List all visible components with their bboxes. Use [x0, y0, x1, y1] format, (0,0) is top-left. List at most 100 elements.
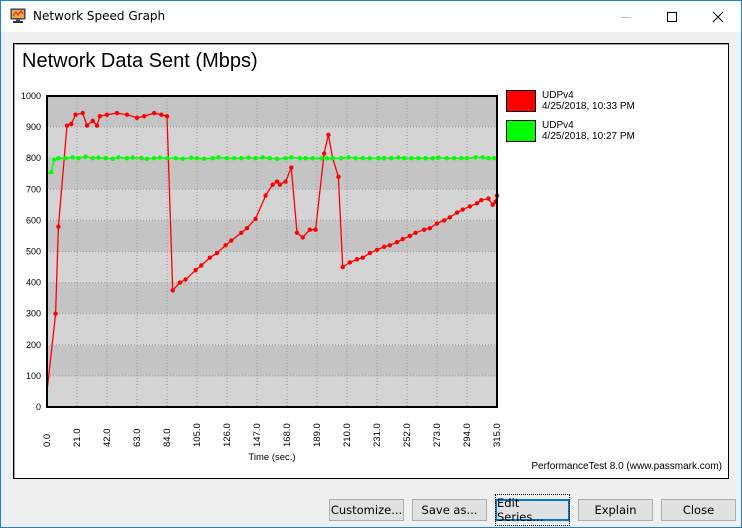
- x-tick-label: 315.0: [492, 423, 503, 447]
- legend-swatch-green: [506, 120, 536, 142]
- data-point: [454, 210, 460, 215]
- maximize-button[interactable]: [649, 1, 695, 32]
- x-tick-label: 147.0: [252, 423, 263, 447]
- window-title: Network Speed Graph: [33, 9, 166, 23]
- data-point: [80, 110, 85, 116]
- data-point: [330, 156, 335, 161]
- x-tick-label: 105.0: [192, 423, 203, 447]
- data-point: [400, 236, 405, 242]
- data-point: [84, 123, 90, 128]
- data-point: [413, 230, 418, 236]
- plot-band: [47, 282, 497, 314]
- data-point: [246, 155, 251, 160]
- data-point: [130, 155, 135, 160]
- x-tick-label: 189.0: [312, 423, 323, 447]
- legend-swatch-red: [506, 90, 536, 112]
- data-point: [260, 155, 265, 160]
- close-button[interactable]: [695, 1, 741, 32]
- data-point: [434, 221, 440, 226]
- data-point: [90, 118, 95, 124]
- data-point: [354, 257, 360, 262]
- data-point: [69, 121, 74, 127]
- data-point: [441, 218, 447, 223]
- legend-series-date: 4/25/2018, 10:33 PM: [542, 101, 635, 112]
- x-tick-label: 0.0: [42, 434, 53, 447]
- data-point: [104, 112, 110, 117]
- data-point: [367, 250, 373, 256]
- data-point: [231, 156, 237, 161]
- plot-band: [47, 344, 497, 376]
- x-tick-label: 84.0: [162, 429, 173, 448]
- data-point: [244, 225, 250, 231]
- close-dialog-button[interactable]: Close: [661, 499, 736, 521]
- data-point: [210, 156, 215, 161]
- x-tick-label: 210.0: [342, 423, 353, 447]
- data-point: [480, 155, 485, 160]
- data-point: [387, 243, 393, 248]
- data-point: [303, 156, 308, 161]
- data-point: [353, 156, 358, 161]
- data-point: [194, 156, 200, 161]
- data-point: [339, 156, 344, 161]
- data-point: [389, 156, 394, 161]
- data-point: [360, 156, 365, 161]
- data-point: [180, 156, 185, 162]
- plot-band: [47, 127, 497, 159]
- data-point: [124, 156, 130, 161]
- data-point: [96, 155, 101, 160]
- data-point: [134, 115, 140, 120]
- data-point: [177, 280, 183, 285]
- data-point: [90, 156, 95, 161]
- data-point: [321, 151, 327, 156]
- explain-button[interactable]: Explain: [578, 499, 653, 521]
- data-point: [173, 156, 178, 161]
- data-point: [324, 156, 330, 161]
- x-axis-label: Time (sec.): [248, 452, 295, 463]
- data-point: [151, 110, 157, 116]
- minimize-button[interactable]: [603, 1, 649, 32]
- data-point: [460, 207, 465, 212]
- data-point: [73, 112, 78, 117]
- data-point: [53, 311, 58, 316]
- edit-series-button[interactable]: Edit Series...: [495, 494, 570, 526]
- y-tick-label: 800: [26, 153, 41, 163]
- data-point: [144, 156, 150, 162]
- data-point: [64, 123, 70, 128]
- data-point: [313, 227, 318, 232]
- data-point: [319, 156, 324, 161]
- data-point: [83, 154, 88, 159]
- data-point: [447, 215, 453, 220]
- legend-series-name: UDPv4: [542, 90, 574, 101]
- y-tick-label: 1000: [21, 91, 41, 101]
- data-point: [253, 216, 258, 222]
- data-point: [164, 114, 170, 119]
- save-as-button[interactable]: Save as...: [412, 499, 487, 521]
- data-point: [229, 238, 234, 243]
- data-point: [159, 112, 164, 117]
- plot-band: [47, 251, 497, 283]
- data-point: [56, 156, 61, 161]
- app-icon: [10, 8, 26, 23]
- plot-band: [47, 375, 497, 407]
- data-point: [199, 263, 204, 268]
- title-bar: Network Speed Graph: [1, 1, 741, 32]
- y-tick-label: 700: [26, 184, 41, 194]
- data-point: [394, 239, 400, 245]
- data-point: [239, 230, 244, 236]
- x-tick-label: 42.0: [102, 429, 113, 448]
- network-speed-graph-window: Network Speed Graph Network Data Sent (M…: [0, 0, 742, 528]
- data-point: [49, 169, 54, 175]
- data-point: [164, 156, 170, 161]
- save-as-button-label: Save as...: [421, 503, 478, 517]
- data-point: [201, 156, 207, 162]
- data-point: [56, 224, 61, 229]
- data-point: [216, 155, 221, 160]
- data-point: [124, 112, 130, 117]
- data-point: [491, 156, 497, 161]
- data-point: [444, 156, 450, 161]
- data-point: [51, 157, 57, 162]
- data-point: [253, 156, 258, 161]
- data-point: [297, 156, 303, 161]
- data-point: [207, 255, 213, 260]
- customize-button[interactable]: Customize...: [329, 499, 404, 521]
